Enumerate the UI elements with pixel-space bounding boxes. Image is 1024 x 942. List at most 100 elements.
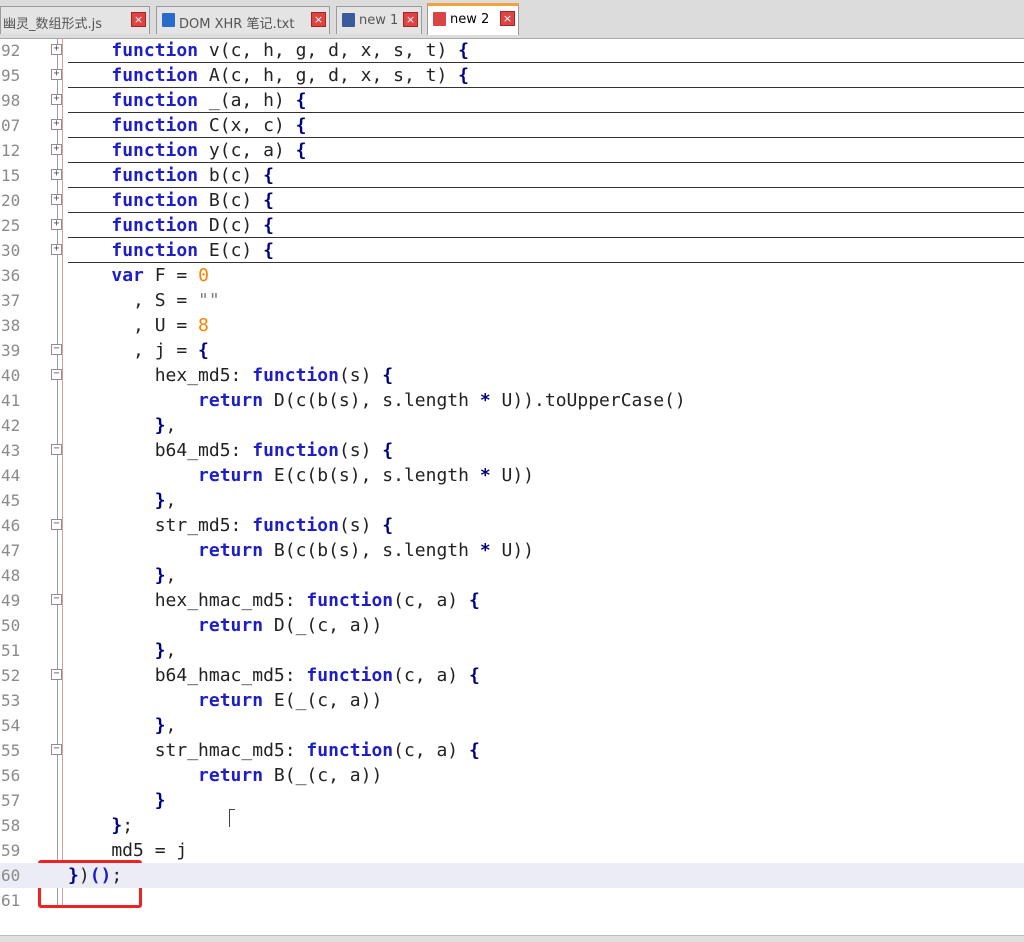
code-line[interactable]: 49 − hex_hmac_md5: function(c, a) { <box>0 588 1024 613</box>
code-text: }, <box>68 563 1024 587</box>
expand-fold-icon[interactable]: + <box>51 244 62 255</box>
expand-fold-icon[interactable]: + <box>51 119 62 130</box>
code-token: , S = <box>68 290 199 311</box>
tab-1[interactable]: 幽灵_数组形式.js × <box>0 6 150 34</box>
code-line[interactable]: 45 }, <box>0 488 1024 513</box>
line-number: 20 <box>1 191 21 210</box>
code-token: { <box>468 665 480 686</box>
code-line[interactable]: 39 − , j = { <box>0 338 1024 363</box>
code-line[interactable]: 55 − str_hmac_md5: function(c, a) { <box>0 738 1024 763</box>
code-line[interactable]: 12 + function y(c, a) { <box>0 138 1024 163</box>
code-line[interactable]: 60})(); <box>0 863 1024 888</box>
collapse-fold-icon[interactable]: − <box>51 344 62 355</box>
code-text: return E(_(c, a)) <box>68 688 1024 712</box>
collapse-fold-icon[interactable]: − <box>51 369 62 380</box>
code-token: return <box>198 465 264 486</box>
code-line[interactable]: 58 }; <box>0 813 1024 838</box>
code-line[interactable]: 50 return D(_(c, a)) <box>0 613 1024 638</box>
code-token: ; <box>122 815 134 836</box>
expand-fold-icon[interactable]: + <box>51 169 62 180</box>
expand-fold-icon[interactable]: + <box>51 219 62 230</box>
code-line[interactable]: 36 var F = 0 <box>0 263 1024 288</box>
code-token: { <box>263 190 274 211</box>
code-token: D(c(b(s), s.length <box>263 390 480 411</box>
close-icon[interactable]: × <box>500 11 515 26</box>
expand-fold-icon[interactable]: + <box>51 144 62 155</box>
line-number: 95 <box>1 66 21 85</box>
code-token: } <box>154 415 166 436</box>
code-token: function <box>306 740 394 761</box>
code-line[interactable]: 95 + function A(c, h, g, d, x, s, t) { <box>0 63 1024 88</box>
collapse-fold-icon[interactable]: − <box>51 744 62 755</box>
code-token: function <box>111 40 199 61</box>
code-token: (c, a) <box>393 665 469 686</box>
code-line[interactable]: 56 return B(_(c, a)) <box>0 763 1024 788</box>
code-token: b64_md5: <box>68 440 253 461</box>
code-line[interactable]: 52 − b64_hmac_md5: function(c, a) { <box>0 663 1024 688</box>
code-token: * <box>479 390 491 411</box>
code-token: { <box>263 165 274 186</box>
line-number: 45 <box>1 491 21 510</box>
tab-4[interactable]: new 2 × <box>427 3 519 35</box>
code-line[interactable]: 61 <box>0 888 1024 913</box>
close-icon[interactable]: × <box>131 12 146 27</box>
expand-fold-icon[interactable]: + <box>51 194 62 205</box>
code-line[interactable]: 92 + function v(c, h, g, d, x, s, t) { <box>0 38 1024 63</box>
code-token: } <box>154 490 166 511</box>
code-line[interactable]: 48 }, <box>0 563 1024 588</box>
code-line[interactable]: 51 }, <box>0 638 1024 663</box>
code-token: , <box>165 715 177 736</box>
code-line[interactable]: 20 + function B(c) { <box>0 188 1024 213</box>
saved-file-icon <box>342 13 355 27</box>
code-token: } <box>154 565 166 586</box>
code-token: { <box>458 65 469 86</box>
code-line[interactable]: 54 }, <box>0 713 1024 738</box>
code-token: , <box>165 640 177 661</box>
code-line[interactable]: 53 return E(_(c, a)) <box>0 688 1024 713</box>
code-editor[interactable]: 92 + function v(c, h, g, d, x, s, t) {95 +… <box>0 38 1024 942</box>
tab-3[interactable]: new 1 × <box>336 6 422 34</box>
expand-fold-icon[interactable]: + <box>51 94 62 105</box>
code-token: return <box>198 615 264 636</box>
code-line[interactable]: 98 + function _(a, h) { <box>0 88 1024 113</box>
code-line[interactable]: 37 , S = "" <box>0 288 1024 313</box>
code-line[interactable]: 30 + function E(c) { <box>0 238 1024 263</box>
collapse-fold-icon[interactable]: − <box>51 444 62 455</box>
collapse-fold-icon[interactable]: − <box>51 594 62 605</box>
code-line[interactable]: 46 − str_md5: function(s) { <box>0 513 1024 538</box>
tab-label: new 1 <box>359 13 399 28</box>
code-line[interactable]: 40 − hex_md5: function(s) { <box>0 363 1024 388</box>
code-line[interactable]: 07 + function C(x, c) { <box>0 113 1024 138</box>
code-line[interactable]: 38 , U = 8 <box>0 313 1024 338</box>
code-line[interactable]: 41 return D(c(b(s), s.length * U)).toUpp… <box>0 388 1024 413</box>
code-line[interactable]: 42 }, <box>0 413 1024 438</box>
code-text: function E(c) { <box>68 238 1024 263</box>
code-token: { <box>295 90 307 111</box>
code-token: } <box>154 640 166 661</box>
line-number: 54 <box>1 716 21 735</box>
line-number: 52 <box>1 666 21 685</box>
collapse-fold-icon[interactable]: − <box>51 519 62 530</box>
code-line[interactable]: 15 + function b(c) { <box>0 163 1024 188</box>
code-token: B(c) <box>198 190 264 211</box>
code-line[interactable]: 57 } <box>0 788 1024 813</box>
line-number: 92 <box>1 41 21 60</box>
code-line[interactable]: 43 − b64_md5: function(s) { <box>0 438 1024 463</box>
code-line[interactable]: 44 return E(c(b(s), s.length * U)) <box>0 463 1024 488</box>
close-icon[interactable]: × <box>403 12 418 27</box>
code-token: function <box>252 515 339 536</box>
code-line[interactable]: 47 return B(c(b(s), s.length * U)) <box>0 538 1024 563</box>
code-line[interactable]: 59 md5 = j <box>0 838 1024 863</box>
close-icon[interactable]: × <box>311 12 326 27</box>
collapse-fold-icon[interactable]: − <box>51 669 62 680</box>
expand-fold-icon[interactable]: + <box>51 69 62 80</box>
code-token: U)) <box>490 540 535 561</box>
tab-2[interactable]: DOM XHR 笔记.txt × <box>156 6 330 34</box>
code-token: (s) <box>338 515 383 536</box>
code-line[interactable]: 25 + function D(c) { <box>0 213 1024 238</box>
expand-fold-icon[interactable]: + <box>51 44 62 55</box>
